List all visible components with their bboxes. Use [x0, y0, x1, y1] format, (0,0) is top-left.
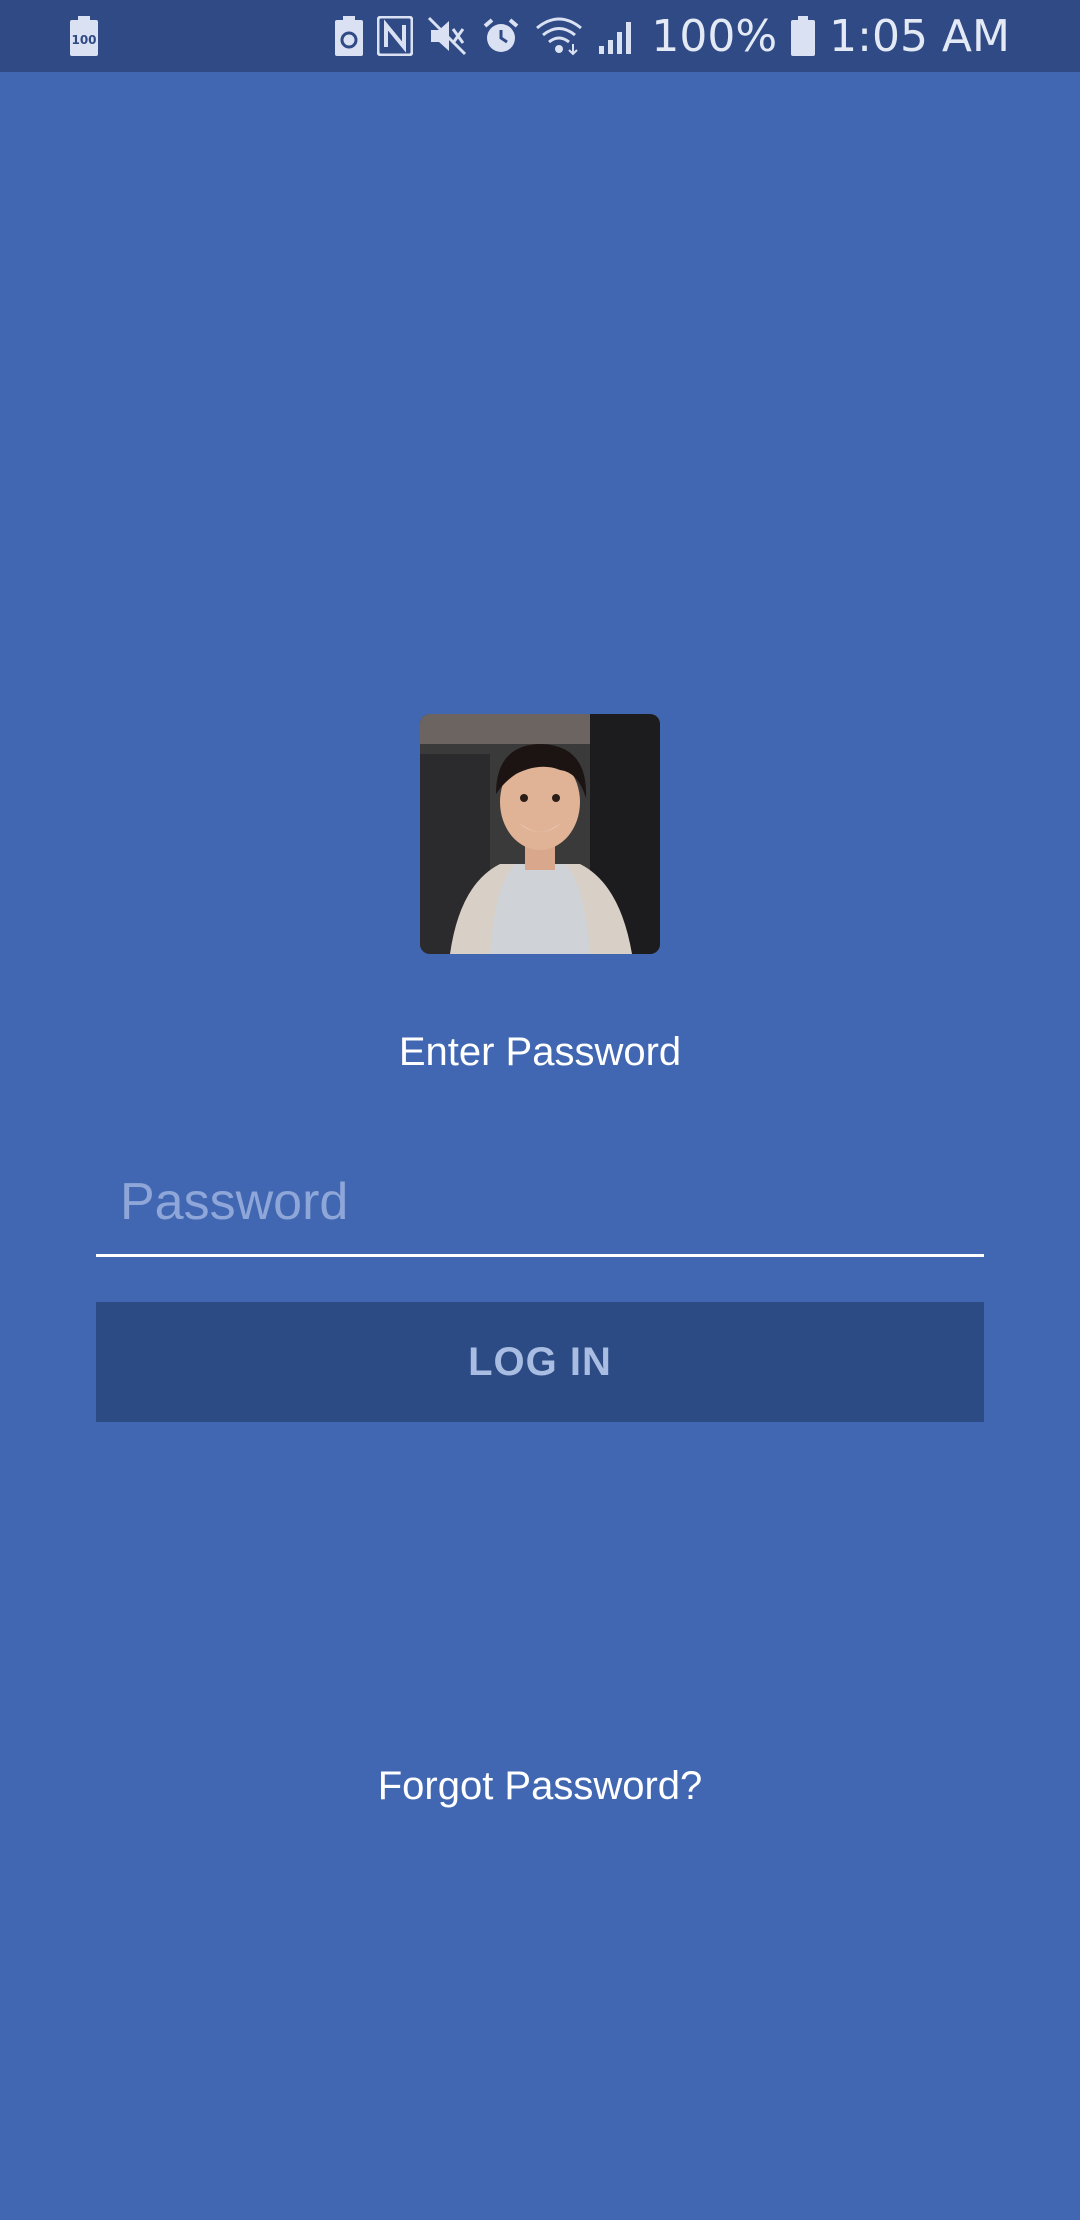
password-field: [96, 1150, 984, 1257]
status-bar-right: 100% 1:05 AM: [335, 0, 1010, 72]
login-button[interactable]: LOG IN: [96, 1302, 984, 1422]
battery-percent: 100%: [651, 10, 778, 62]
signal-icon: [597, 16, 637, 56]
nfc-icon: [377, 16, 414, 56]
battery-saver-icon: [335, 16, 364, 56]
clock: 1:05 AM: [829, 10, 1010, 62]
battery-icon-label: 100: [71, 33, 96, 47]
enter-password-prompt: Enter Password: [398, 1030, 682, 1074]
profile-photo-image: [420, 714, 660, 954]
status-bar-left: 100: [70, 16, 98, 56]
profile-avatar: [420, 714, 660, 954]
battery-100-icon: 100: [70, 16, 98, 56]
password-input[interactable]: [96, 1150, 984, 1254]
wifi-icon: [535, 16, 583, 56]
battery-icon: [791, 16, 816, 56]
login-screen: 100 100% 1:05 AM Enter Password LOG IN F…: [0, 0, 1080, 2220]
alarm-icon: [481, 16, 521, 56]
forgot-password-link[interactable]: Forgot Password?: [0, 1764, 1080, 1809]
status-bar: 100 100% 1:05 AM: [0, 0, 1080, 72]
mute-icon: [427, 16, 467, 56]
